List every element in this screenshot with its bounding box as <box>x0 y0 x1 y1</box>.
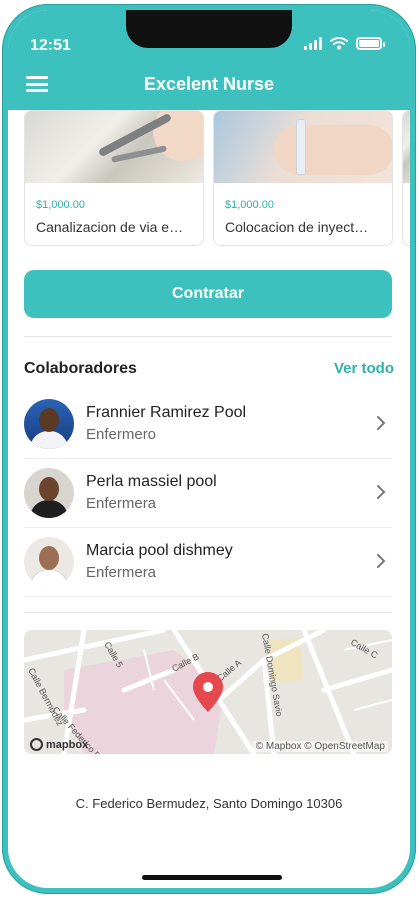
phone-frame: 12:51 Excelent Nurse $1,000.00 Canalizac… <box>2 4 416 894</box>
collaborator-row[interactable]: Perla massiel pool Enfermera <box>24 459 392 528</box>
app-title: Excelent Nurse <box>143 74 275 94</box>
service-image <box>214 111 392 183</box>
collaborator-name: Marcia pool dishmey <box>86 542 233 559</box>
collaborator-role: Enfermero <box>86 426 157 443</box>
main-content: $1,000.00 Canalizacion de via e… $1,000.… <box>8 110 410 888</box>
signal-icon <box>304 37 322 50</box>
collaborators-list: Frannier Ramirez Pool Enfermero Perla ma… <box>8 390 410 597</box>
see-all-link[interactable]: Ver todo <box>334 360 394 377</box>
status-time: 12:51 <box>30 37 71 54</box>
home-indicator <box>142 875 282 880</box>
map-attribution[interactable]: © Mapbox © OpenStreetMap <box>252 741 388 752</box>
collaborator-role: Enfermera <box>86 495 157 512</box>
service-name: Colocacion de inyect… <box>225 219 369 235</box>
collaborator-row[interactable]: Frannier Ramirez Pool Enfermero <box>24 390 392 459</box>
hire-button[interactable]: Contratar <box>24 270 392 318</box>
service-card[interactable]: $1,000.00 Canalizacion de via e… <box>24 110 204 246</box>
app-header: 12:51 Excelent Nurse <box>8 10 410 110</box>
collaborator-role: Enfermera <box>86 564 157 581</box>
app-screen: 12:51 Excelent Nurse $1,000.00 Canalizac… <box>8 10 410 888</box>
map-canvas: Calle B Calle A Calle 5 Calle C Calle Do… <box>24 630 392 754</box>
collaborator-name: Frannier Ramirez Pool <box>86 404 247 421</box>
service-price: $1,000.00 <box>36 199 85 211</box>
avatar <box>24 399 74 449</box>
chevron-right-icon <box>377 554 386 568</box>
chevron-right-icon <box>377 485 386 499</box>
status-icons <box>304 36 385 50</box>
collaborator-row[interactable]: Marcia pool dishmey Enfermera <box>24 528 392 597</box>
service-image <box>25 111 203 183</box>
wifi-icon <box>330 37 348 50</box>
notch <box>126 10 292 48</box>
service-price: $1,000.00 <box>225 199 274 211</box>
address-text: C. Federico Bermudez, Santo Domingo 1030… <box>75 796 343 811</box>
avatar <box>24 537 74 587</box>
services-carousel[interactable]: $1,000.00 Canalizacion de via e… $1,000.… <box>24 110 410 246</box>
collaborator-name: Perla massiel pool <box>86 473 217 490</box>
service-image <box>403 111 410 183</box>
chevron-right-icon <box>377 416 386 430</box>
avatar <box>24 468 74 518</box>
mapbox-logo[interactable]: mapbox <box>30 738 88 751</box>
service-name: Canalizacion de via e… <box>36 219 184 235</box>
service-card-partial[interactable] <box>402 110 410 246</box>
divider <box>24 612 392 613</box>
location-map[interactable]: Calle B Calle A Calle 5 Calle C Calle Do… <box>24 630 392 754</box>
collaborators-title: Colaboradores <box>24 360 137 377</box>
battery-icon <box>356 37 385 50</box>
service-card[interactable]: $1,000.00 Colocacion de inyect… <box>213 110 393 246</box>
divider <box>24 336 392 337</box>
